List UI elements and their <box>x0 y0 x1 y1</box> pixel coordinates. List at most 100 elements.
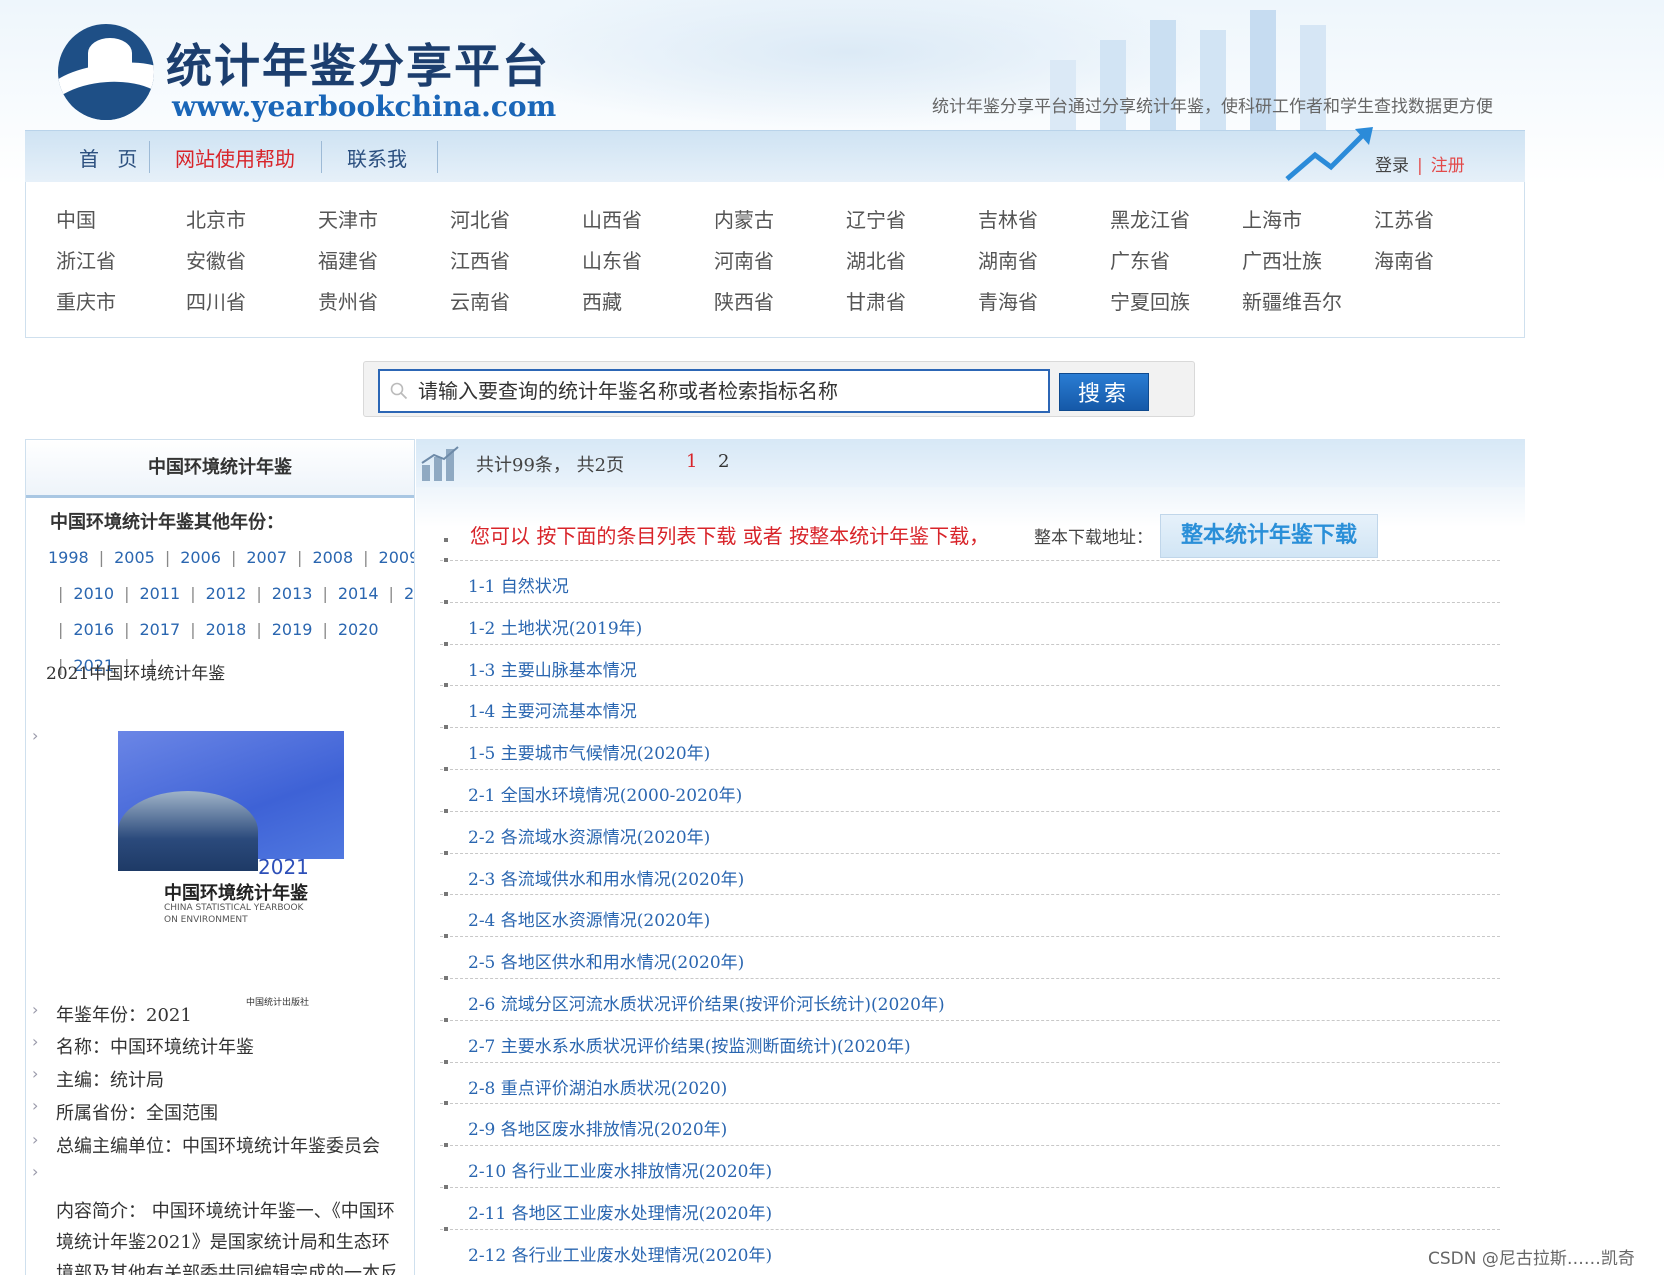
list-item[interactable]: 2-2 各流域水资源情况(2020年) <box>468 823 710 848</box>
province-link[interactable]: 海南省 <box>1374 245 1434 274</box>
register-link[interactable]: 注册 <box>1431 156 1465 176</box>
list-item[interactable]: 1-3 主要山脉基本情况 <box>468 656 637 681</box>
province-link[interactable]: 湖南省 <box>978 245 1038 274</box>
province-link[interactable]: 山西省 <box>582 204 642 233</box>
year-link[interactable]: 2018 <box>206 620 247 639</box>
list-item[interactable]: 1-1 自然状况 <box>468 572 569 597</box>
province-link[interactable]: 山东省 <box>582 245 642 274</box>
province-link[interactable]: 云南省 <box>450 286 510 315</box>
province-link[interactable]: 广东省 <box>1110 245 1170 274</box>
province-link[interactable]: 江西省 <box>450 245 510 274</box>
list-item[interactable]: 1-2 土地状况(2019年) <box>468 614 642 639</box>
year-divider: | <box>322 584 328 603</box>
province-link[interactable]: 贵州省 <box>318 286 378 315</box>
province-link[interactable]: 甘肃省 <box>846 286 906 315</box>
year-link[interactable]: 2017 <box>140 620 181 639</box>
year-link[interactable]: 2007 <box>246 548 287 567</box>
year-link[interactable]: 2010 <box>73 584 114 603</box>
nav-help[interactable]: 网站使用帮助 <box>175 143 295 172</box>
rising-chart-decoration <box>1050 10 1326 140</box>
cover-english-subtitle: ON ENVIRONMENT <box>164 915 248 925</box>
province-link[interactable]: 西藏 <box>582 286 622 315</box>
logo-icon[interactable] <box>58 24 154 120</box>
account-links: 登录 | 注册 <box>1375 151 1465 176</box>
year-link[interactable]: 2020 <box>338 620 379 639</box>
list-item[interactable]: 2-1 全国水环境情况(2000-2020年) <box>468 781 742 806</box>
year-divider: | <box>363 548 369 567</box>
province-link[interactable]: 江苏省 <box>1374 204 1434 233</box>
nav-home[interactable]: 首 页 <box>79 143 143 172</box>
year-link[interactable]: 2009 <box>379 548 414 567</box>
list-item[interactable]: 2-5 各地区供水和用水情况(2020年) <box>468 948 744 973</box>
year-divider: | <box>190 584 196 603</box>
year-link[interactable]: 2012 <box>206 584 247 603</box>
book-cover[interactable]: 2021 中国环境统计年鉴 CHINA STATISTICAL YEARBOOK… <box>118 731 344 1031</box>
province-link[interactable]: 吉林省 <box>978 204 1038 233</box>
row-separator <box>440 601 1500 603</box>
province-link[interactable]: 福建省 <box>318 245 378 274</box>
nav-divider <box>321 141 322 173</box>
list-item[interactable]: 1-5 主要城市气候情况(2020年) <box>468 739 710 764</box>
site-title[interactable]: 统计年鉴分享平台 <box>166 30 550 96</box>
province-link[interactable]: 浙江省 <box>56 245 116 274</box>
list-item[interactable]: 1-4 主要河流基本情况 <box>468 697 637 722</box>
province-link[interactable]: 安徽省 <box>186 245 246 274</box>
download-tip: 您可以 按下面的条目列表下载 或者 按整本统计年鉴下载， <box>470 524 990 548</box>
year-link[interactable]: 1998 <box>48 548 89 567</box>
page-link-2[interactable]: 2 <box>718 451 729 472</box>
province-link[interactable]: 内蒙古 <box>714 204 774 233</box>
nav-divider <box>149 141 150 173</box>
province-link[interactable]: 陕西省 <box>714 286 774 315</box>
list-item[interactable]: 2-4 各地区水资源情况(2020年) <box>468 906 710 931</box>
list-bullet <box>444 1017 448 1022</box>
province-link[interactable]: 青海省 <box>978 286 1038 315</box>
login-link[interactable]: 登录 <box>1375 156 1409 176</box>
province-link[interactable]: 新疆维吾尔 <box>1242 286 1342 315</box>
province-link[interactable]: 天津市 <box>318 204 378 233</box>
list-item[interactable]: 2-3 各流域供水和用水情况(2020年) <box>468 865 744 890</box>
year-divider: | <box>58 620 64 639</box>
province-link[interactable]: 宁夏回族 <box>1110 286 1190 315</box>
list-item[interactable]: 2-10 各行业工业废水排放情况(2020年) <box>468 1157 772 1182</box>
year-link[interactable]: 2006 <box>180 548 221 567</box>
result-count: 共计99条， 共2页 <box>476 455 625 476</box>
year-link[interactable]: 2005 <box>114 548 155 567</box>
province-link[interactable]: 四川省 <box>186 286 246 315</box>
year-link[interactable]: 2008 <box>312 548 353 567</box>
province-link[interactable]: 湖北省 <box>846 245 906 274</box>
list-item[interactable]: 2-12 各行业工业废水处理情况(2020年) <box>468 1241 772 1266</box>
list-item[interactable]: 2-9 各地区废水排放情况(2020年) <box>468 1115 727 1140</box>
year-link[interactable]: 2019 <box>272 620 313 639</box>
year-link[interactable]: 2011 <box>140 584 181 603</box>
province-link[interactable]: 北京市 <box>186 204 246 233</box>
province-link[interactable]: 黑龙江省 <box>1110 204 1190 233</box>
province-link[interactable]: 河北省 <box>450 204 510 233</box>
search-input[interactable] <box>418 371 1038 411</box>
year-link[interactable]: 2013 <box>272 584 313 603</box>
cover-lake-image <box>118 791 258 871</box>
province-link[interactable]: 重庆市 <box>56 286 116 315</box>
download-whole-yearbook-button[interactable]: 整本统计年鉴下载 <box>1160 514 1378 558</box>
province-link[interactable]: 中国 <box>56 204 96 233</box>
province-link[interactable]: 河南省 <box>714 245 774 274</box>
year-link[interactable]: 2016 <box>73 620 114 639</box>
chevron-right-icon: › <box>32 1064 39 1083</box>
province-link[interactable]: 辽宁省 <box>846 204 906 233</box>
site-slogan: 统计年鉴分享平台通过分享统计年鉴，使科研工作者和学生查找数据更方便 <box>932 97 1493 117</box>
nav-contact[interactable]: 联系我 <box>347 143 407 172</box>
search-button[interactable]: 搜索 <box>1059 373 1149 411</box>
results-header: 共计99条， 共2页 1 2 <box>416 439 1525 487</box>
year-link[interactable]: 2014 <box>338 584 379 603</box>
search-bar: 搜索 <box>363 361 1195 417</box>
list-bullet <box>444 599 448 604</box>
info-unit: 总编主编单位：中国环境统计年鉴委员会 <box>56 1136 380 1157</box>
year-link[interactable]: 2015 <box>404 584 414 603</box>
row-separator <box>440 560 1500 561</box>
province-link[interactable]: 上海市 <box>1242 204 1302 233</box>
list-item[interactable]: 2-7 主要水系水质状况评价结果(按监测断面统计)(2020年) <box>468 1032 911 1057</box>
list-item[interactable]: 2-6 流域分区河流水质状况评价结果(按评价河长统计)(2020年) <box>468 990 945 1015</box>
province-link[interactable]: 广西壮族 <box>1242 245 1322 274</box>
page-link-1[interactable]: 1 <box>686 451 697 472</box>
list-item[interactable]: 2-8 重点评价湖泊水质状况(2020) <box>468 1074 727 1099</box>
list-item[interactable]: 2-11 各地区工业废水处理情况(2020年) <box>468 1199 772 1224</box>
